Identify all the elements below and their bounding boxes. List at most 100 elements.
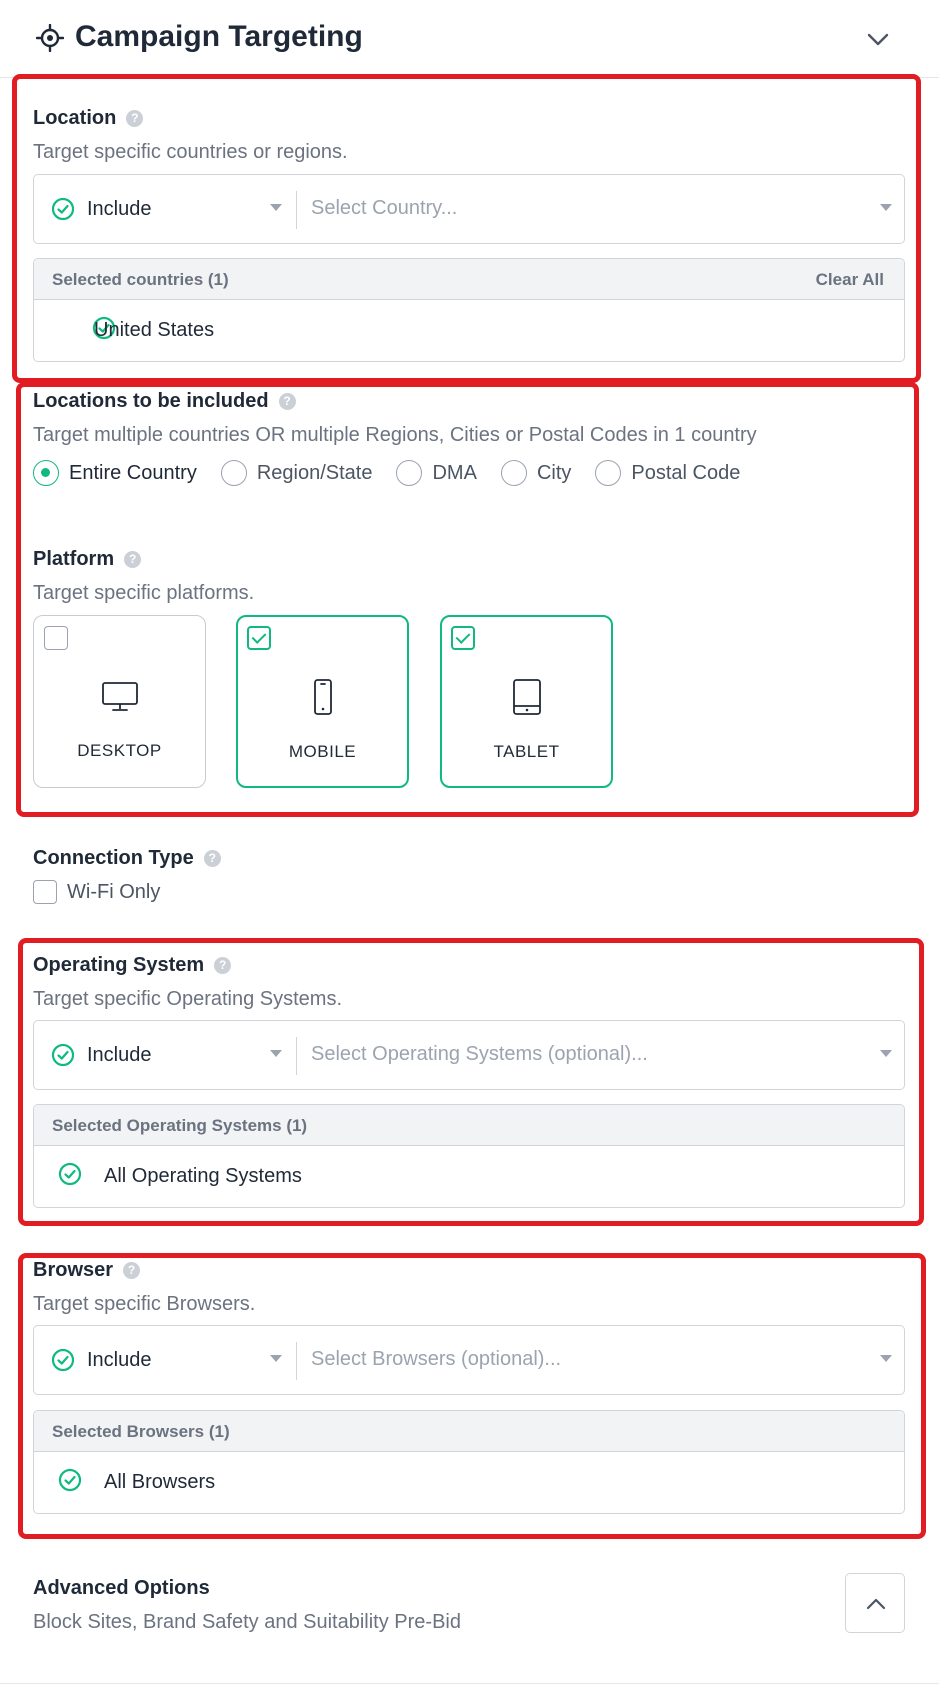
location-mode-value: Include — [87, 197, 152, 220]
country-select-input[interactable]: Select Country... — [311, 197, 457, 220]
select-divider — [296, 191, 297, 229]
caret-down-icon — [270, 204, 282, 211]
location-label: Location ? — [33, 107, 144, 130]
list-item[interactable]: All Operating Systems — [34, 1146, 904, 1206]
locations-included-description: Target multiple countries OR multiple Re… — [33, 424, 757, 446]
os-select-row: Include Select Operating Systems (option… — [33, 1020, 905, 1090]
advanced-options-description: Block Sites, Brand Safety and Suitabilit… — [33, 1611, 461, 1633]
os-select-input[interactable]: Select Operating Systems (optional)... — [311, 1043, 648, 1066]
selected-country-name: United States — [94, 319, 215, 341]
selected-countries-header: Selected countries (1) Clear All — [34, 259, 904, 300]
select-divider — [296, 1037, 297, 1075]
locations-included-label: Locations to be included ? — [33, 390, 296, 413]
radio-label: DMA — [432, 461, 477, 484]
radio-dot — [500, 460, 527, 486]
platform-label-mobile: MOBILE — [288, 742, 357, 761]
connection-type-label-text: Connection Type — [33, 847, 194, 869]
list-item[interactable]: All Browsers — [34, 1452, 904, 1512]
radio-label: Entire Country — [69, 461, 197, 484]
clear-all-button[interactable]: Clear All — [816, 270, 884, 290]
radio-label: City — [536, 461, 572, 484]
caret-down-icon — [270, 1355, 282, 1362]
selected-browsers-box: Selected Browsers (1) All Browsers — [33, 1410, 905, 1514]
platform-label: Platform ? — [33, 548, 142, 571]
caret-down-icon[interactable] — [880, 204, 892, 211]
radio-label: Postal Code — [631, 461, 741, 484]
wifi-only-checkbox[interactable]: Wi-Fi Only — [33, 880, 160, 904]
radio-dot — [595, 460, 622, 486]
select-divider — [296, 1342, 297, 1380]
caret-down-icon[interactable] — [880, 1355, 892, 1362]
browser-select-input[interactable]: Select Browsers (optional)... — [311, 1348, 561, 1371]
desktop-checkbox[interactable] — [44, 626, 68, 650]
tablet-checkbox[interactable] — [451, 626, 475, 650]
section-header[interactable]: Campaign Targeting — [0, 0, 939, 78]
help-icon[interactable]: ? — [214, 957, 232, 974]
radio-city[interactable]: City — [500, 460, 572, 486]
check-circle-icon — [51, 1043, 75, 1067]
location-description: Target specific countries or regions. — [33, 141, 348, 163]
caret-down-icon — [270, 1050, 282, 1057]
os-label: Operating System ? — [33, 954, 232, 977]
browser-select-row: Include Select Browsers (optional)... — [33, 1325, 905, 1395]
mobile-icon — [313, 679, 332, 715]
bottom-divider — [0, 1683, 939, 1684]
check-circle-icon — [51, 1348, 75, 1372]
help-icon[interactable]: ? — [124, 551, 142, 568]
advanced-options-toggle-button[interactable] — [845, 1573, 905, 1633]
browser-mode-select[interactable]: Include — [34, 1326, 296, 1394]
selected-os-box: Selected Operating Systems (1) All Opera… — [33, 1104, 905, 1208]
help-icon[interactable]: ? — [278, 393, 296, 410]
radio-dma[interactable]: DMA — [396, 460, 477, 486]
radio-label: Region/State — [256, 461, 373, 484]
platform-card-desktop[interactable]: DESKTOP — [33, 615, 206, 788]
platform-description: Target specific platforms. — [33, 582, 255, 604]
location-select-row: Include Select Country... — [33, 174, 905, 244]
radio-dot — [396, 460, 423, 486]
platform-label-tablet: TABLET — [493, 742, 560, 761]
advanced-options-label-text: Advanced Options — [33, 1577, 210, 1599]
radio-dot — [33, 460, 59, 486]
radio-region-state[interactable]: Region/State — [220, 460, 373, 486]
checkbox-box[interactable] — [33, 880, 57, 904]
selected-browsers-title: Selected Browsers (1) — [52, 1422, 230, 1441]
help-icon[interactable]: ? — [123, 1262, 141, 1279]
platform-label-desktop: DESKTOP — [77, 741, 162, 760]
browser-description: Target specific Browsers. — [33, 1293, 256, 1315]
radio-dot — [220, 460, 247, 486]
check-circle-icon — [58, 1162, 82, 1186]
selected-os-name: All Operating Systems — [104, 1165, 302, 1187]
platform-card-mobile[interactable]: MOBILE — [236, 615, 409, 788]
os-mode-value: Include — [87, 1043, 152, 1066]
check-circle-icon — [58, 1468, 82, 1492]
selected-countries-title: Selected countries (1) — [52, 270, 229, 289]
selected-os-header: Selected Operating Systems (1) — [34, 1105, 904, 1146]
os-label-text: Operating System — [33, 954, 205, 976]
help-icon[interactable]: ? — [126, 110, 144, 127]
help-icon[interactable]: ? — [203, 850, 221, 867]
os-description: Target specific Operating Systems. — [33, 988, 343, 1010]
mobile-checkbox[interactable] — [247, 626, 271, 650]
locations-included-label-text: Locations to be included — [33, 390, 269, 412]
desktop-icon — [101, 682, 138, 711]
check-circle-icon — [51, 197, 75, 221]
platform-card-tablet[interactable]: TABLET — [440, 615, 613, 788]
chevron-up-icon — [866, 1598, 886, 1610]
radio-entire-country[interactable]: Entire Country — [33, 460, 197, 486]
wifi-only-label: Wi-Fi Only — [67, 880, 161, 903]
selected-os-title: Selected Operating Systems (1) — [52, 1116, 308, 1135]
chevron-down-icon[interactable] — [865, 26, 891, 52]
browser-label: Browser ? — [33, 1259, 141, 1282]
browser-label-text: Browser — [33, 1259, 114, 1281]
browser-mode-value: Include — [87, 1348, 152, 1371]
location-mode-select[interactable]: Include — [34, 175, 296, 243]
connection-type-label: Connection Type ? — [33, 847, 221, 870]
list-item[interactable]: United States — [34, 300, 904, 360]
caret-down-icon[interactable] — [880, 1050, 892, 1057]
crosshair-icon — [36, 24, 64, 52]
selected-countries-box: Selected countries (1) Clear All United … — [33, 258, 905, 362]
selected-browsers-header: Selected Browsers (1) — [34, 1411, 904, 1452]
tablet-icon — [512, 679, 541, 715]
os-mode-select[interactable]: Include — [34, 1021, 296, 1089]
radio-postal-code[interactable]: Postal Code — [595, 460, 740, 486]
